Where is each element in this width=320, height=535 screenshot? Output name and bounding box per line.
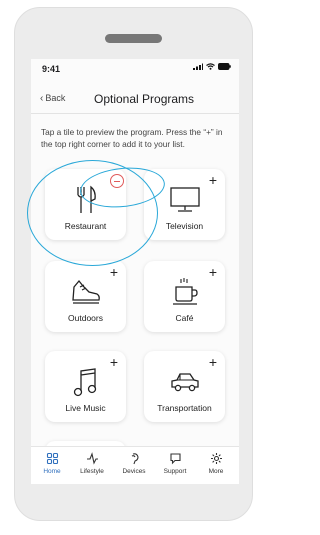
status-icons <box>193 63 231 70</box>
tile-label: Restaurant <box>64 221 107 231</box>
tab-more[interactable]: More <box>196 452 236 475</box>
tile-label: Television <box>165 221 204 231</box>
battery-icon <box>218 63 231 70</box>
app-screen: 9:41 ‹ Back Optional Programs Tap a tile … <box>31 59 239 484</box>
add-button[interactable]: + <box>107 355 121 370</box>
tile-label: Transportation <box>157 403 212 413</box>
back-label: Back <box>45 93 66 103</box>
status-time: 9:41 <box>42 64 61 74</box>
music-note-icon <box>73 368 96 397</box>
tab-label: More <box>208 468 224 475</box>
tab-devices[interactable]: Devices <box>114 452 154 475</box>
status-bar: 9:41 <box>31 59 239 83</box>
tile-label: Live Music <box>65 403 106 413</box>
tab-lifestyle[interactable]: Lifestyle <box>72 452 112 475</box>
activity-icon <box>86 452 98 465</box>
coffee-cup-icon <box>172 278 198 305</box>
add-button[interactable]: + <box>206 265 220 280</box>
add-button[interactable]: + <box>206 355 220 370</box>
tile-live-music[interactable]: + Live Music <box>45 351 126 422</box>
tab-label: Lifestyle <box>80 468 104 475</box>
sneaker-icon <box>71 279 100 304</box>
car-icon <box>170 373 199 392</box>
tile-label: Café <box>175 313 194 323</box>
home-grid-icon <box>46 452 58 465</box>
television-icon <box>169 187 200 212</box>
chat-bubble-icon <box>169 453 181 465</box>
wifi-icon <box>206 63 215 70</box>
tile-transportation[interactable]: + Transportation <box>144 351 225 422</box>
tab-label: Devices <box>122 468 146 475</box>
nav-bar: ‹ Back Optional Programs <box>31 83 239 114</box>
tile-outdoors[interactable]: + Outdoors <box>45 261 126 332</box>
tile-cafe[interactable]: + Café <box>144 261 225 332</box>
gear-icon <box>210 453 222 464</box>
tab-support[interactable]: Support <box>155 452 195 475</box>
tile-label: Outdoors <box>68 313 103 323</box>
tile-television[interactable]: + Television <box>144 169 225 240</box>
phone-speaker <box>105 34 162 43</box>
hearing-aid-icon <box>131 453 139 465</box>
tab-label: Home <box>43 468 61 475</box>
tab-label: Support <box>163 468 187 475</box>
signal-icon <box>193 63 203 70</box>
add-button[interactable]: + <box>206 173 220 188</box>
bottom-tab-bar: Home Lifestyle Devices Support More <box>31 446 239 484</box>
back-button[interactable]: ‹ Back <box>40 93 65 104</box>
remove-program-icon[interactable] <box>110 174 124 188</box>
add-button[interactable]: + <box>107 265 121 280</box>
instructions-text: Tap a tile to preview the program. Press… <box>41 127 223 149</box>
page-title: Optional Programs <box>94 92 195 106</box>
chevron-left-icon: ‹ <box>40 93 44 104</box>
tab-home[interactable]: Home <box>32 452 72 475</box>
fork-knife-icon <box>76 185 96 213</box>
